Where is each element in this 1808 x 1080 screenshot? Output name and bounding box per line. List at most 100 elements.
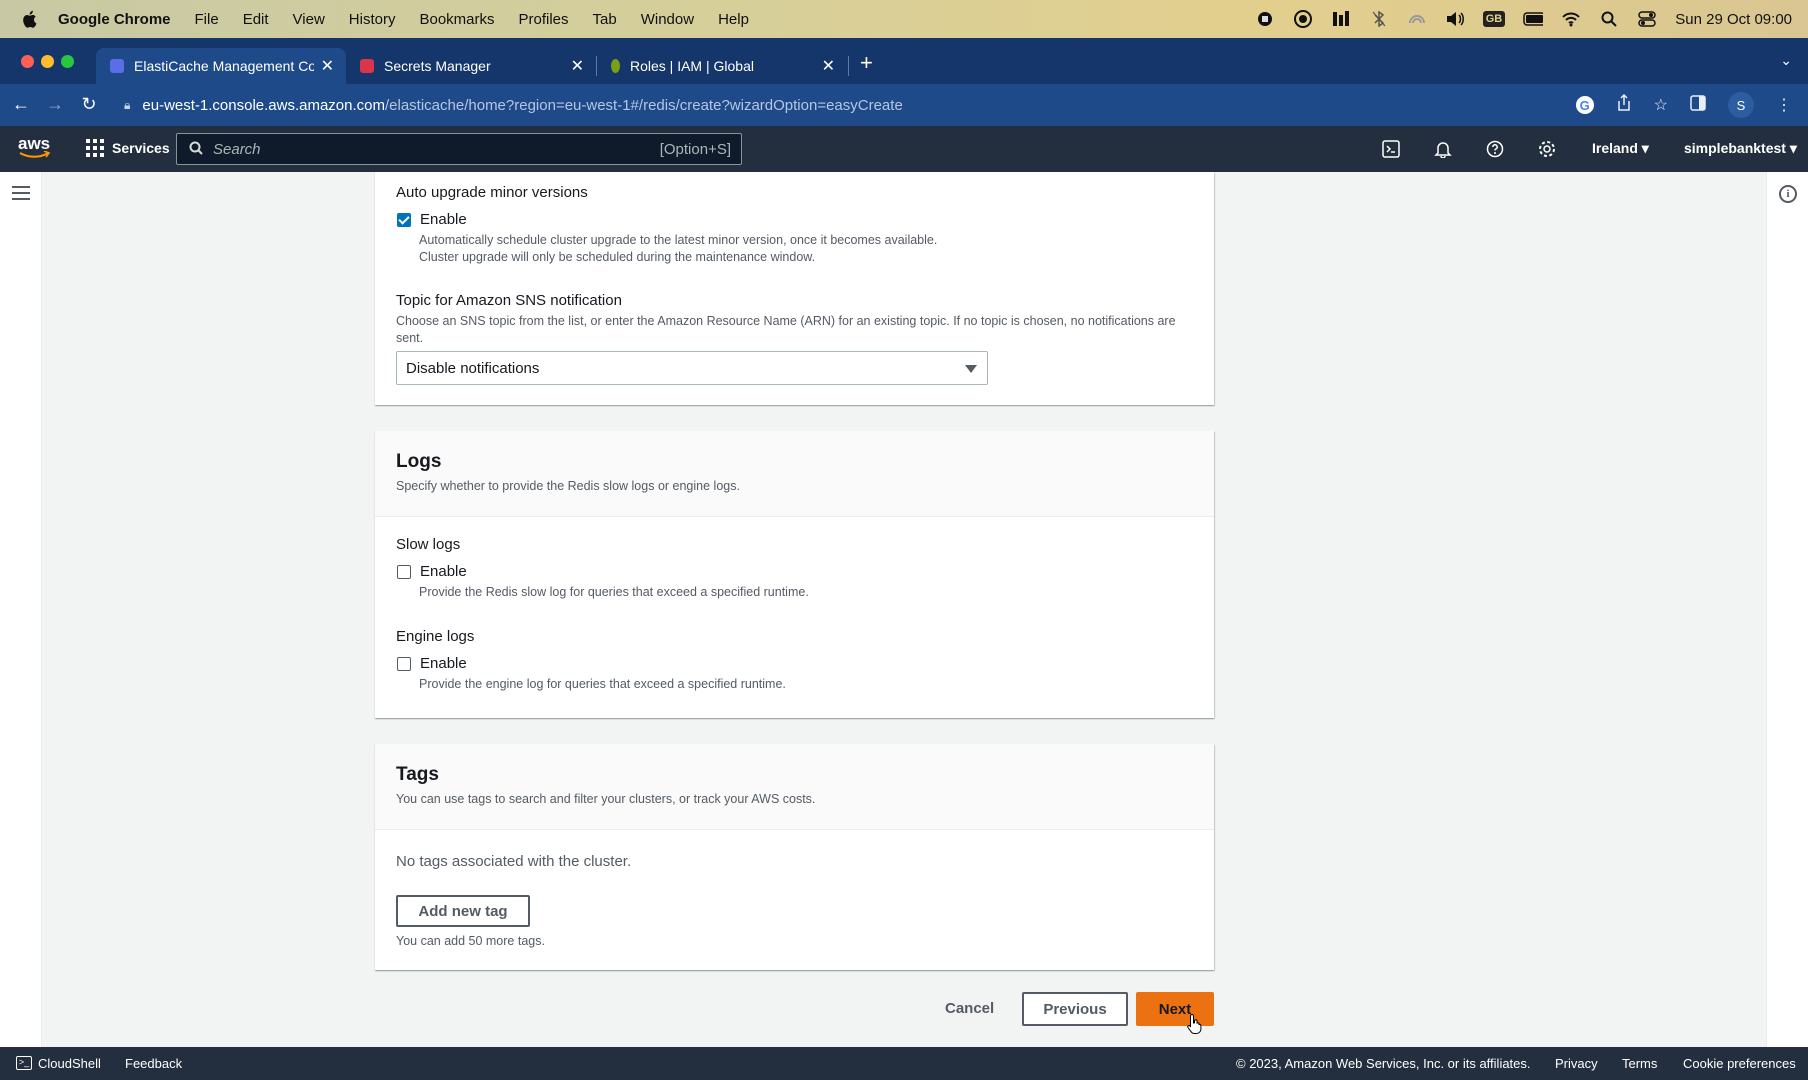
menu-view[interactable]: View [293,11,325,28]
volume-icon[interactable] [1445,10,1465,28]
cloudshell-link[interactable]: CloudShell [38,1056,101,1071]
tab-close-icon[interactable]: ✕ [822,56,835,76]
slow-logs-checkbox-row[interactable]: Enable [397,563,467,580]
back-arrow-icon[interactable]: ← [10,94,32,115]
settings-gear-icon[interactable] [1536,138,1558,160]
aws-footer: >_ CloudShell Feedback © 2023, Amazon We… [0,1047,1808,1080]
left-rail [0,172,42,1047]
elasticache-favicon-icon [110,59,124,73]
cloudshell-icon[interactable]: >_ [16,1056,32,1070]
macos-menu-bar: Google Chrome File Edit View History Boo… [0,0,1808,38]
aws-logo[interactable]: aws [18,134,52,164]
engine-logs-checkbox[interactable] [397,656,411,671]
tab-title: Secrets Manager [384,58,491,74]
screen-record-icon[interactable] [1293,10,1313,28]
add-new-tag-button[interactable]: Add new tag [396,895,530,927]
keyboard-layout-badge[interactable]: GB [1482,11,1506,27]
share-icon[interactable] [1616,93,1632,117]
copyright-text: © 2023, Amazon Web Services, Inc. or its… [1236,1056,1531,1071]
browser-tab-strip: ElastiCache Management Con ✕ Secrets Man… [0,38,1808,84]
tab-close-icon[interactable]: ✕ [571,56,584,76]
cancel-button[interactable]: Cancel [945,1000,994,1017]
slow-logs-enable-label[interactable]: Enable [420,563,467,580]
auto-upgrade-enable-label[interactable]: Enable [420,211,467,228]
url-path: /elasticache/home?region=eu-west-1#/redi… [385,96,903,114]
help-icon[interactable] [1484,138,1506,160]
tags-desc: You can use tags to search and filter yo… [396,792,816,806]
window-close-button[interactable] [21,55,34,68]
slow-logs-desc: Provide the Redis slow log for queries t… [419,585,809,599]
aws-search-box[interactable]: [Option+S] [176,133,742,165]
region-selector[interactable]: Ireland ▾ [1592,140,1649,157]
control-center-icon[interactable] [1637,10,1657,28]
tab-iam-roles[interactable]: Roles | IAM | Global ✕ [597,48,847,84]
services-menu[interactable]: Services [86,139,170,157]
tag-limit-note: You can add 50 more tags. [396,934,545,948]
account-menu[interactable]: simplebanktest ▾ [1684,140,1797,157]
google-lens-icon[interactable]: G [1575,96,1594,114]
tags-header: Tags You can use tags to search and filt… [375,744,1214,830]
secrets-manager-favicon-icon [360,59,374,73]
slow-logs-label: Slow logs [396,536,461,553]
engine-logs-enable-label[interactable]: Enable [420,655,467,672]
url-field[interactable]: 🔒︎ eu-west-1.console.aws.amazon.com/elas… [116,89,1586,121]
wifi-icon[interactable] [1561,10,1581,28]
menu-tab[interactable]: Tab [593,11,617,28]
feedback-link[interactable]: Feedback [125,1056,182,1071]
bookmark-star-icon[interactable]: ☆ [1654,95,1668,115]
menu-bookmarks[interactable]: Bookmarks [419,11,494,28]
logs-panel: Logs Specify whether to provide the Redi… [375,431,1214,718]
logs-header: Logs Specify whether to provide the Redi… [375,431,1214,517]
record-icon[interactable] [1255,10,1275,28]
auto-upgrade-checkbox[interactable] [397,212,411,227]
search-input[interactable] [213,140,660,158]
search-shortcut-hint: [Option+S] [659,140,731,158]
app-stats-icon[interactable] [1331,10,1351,28]
menu-profiles[interactable]: Profiles [519,11,569,28]
menu-file[interactable]: File [195,11,219,28]
tab-search-chevron-icon[interactable]: ⌄ [1780,52,1792,69]
tab-title: ElastiCache Management Con [134,58,314,74]
airdrop-icon[interactable] [1407,10,1427,28]
profile-avatar[interactable]: S [1728,92,1754,118]
services-grid-icon [86,139,104,157]
sns-topic-desc-2: sent. [396,331,424,345]
info-panel-icon[interactable]: i [1779,185,1797,203]
notifications-bell-icon[interactable] [1432,138,1454,160]
engine-logs-checkbox-row[interactable]: Enable [397,655,467,672]
cloudshell-terminal-icon[interactable] [1380,138,1402,160]
menu-window[interactable]: Window [641,11,694,28]
auto-upgrade-checkbox-row[interactable]: Enable [397,211,467,228]
window-zoom-button[interactable] [61,55,74,68]
clock[interactable]: Sun 29 Oct 09:00 [1675,11,1792,28]
side-panel-icon[interactable] [1690,94,1706,116]
apple-icon[interactable] [20,9,40,29]
reload-icon[interactable]: ↻ [78,94,100,115]
battery-icon[interactable] [1523,10,1544,28]
menu-history[interactable]: History [349,11,396,28]
terms-link[interactable]: Terms [1622,1056,1657,1071]
auto-upgrade-desc-1: Automatically schedule cluster upgrade t… [419,233,938,247]
tab-secrets-manager[interactable]: Secrets Manager ✕ [346,48,596,84]
menu-help[interactable]: Help [718,11,749,28]
menu-edit[interactable]: Edit [243,11,269,28]
sns-topic-select[interactable]: Disable notifications [396,351,988,385]
hamburger-menu-icon[interactable] [12,186,30,204]
tab-close-icon[interactable]: ✕ [321,56,334,76]
chrome-menu-icon[interactable]: ⋮ [1776,95,1792,115]
bluetooth-off-icon[interactable] [1369,10,1389,28]
privacy-link[interactable]: Privacy [1555,1056,1598,1071]
tab-title: Roles | IAM | Global [630,58,754,74]
spotlight-search-icon[interactable] [1599,10,1619,28]
window-minimize-button[interactable] [41,55,54,68]
new-tab-plus-icon[interactable]: + [860,50,873,76]
no-tags-message: No tags associated with the cluster. [396,853,632,870]
app-name[interactable]: Google Chrome [58,11,171,28]
cookie-preferences-link[interactable]: Cookie preferences [1683,1056,1796,1071]
slow-logs-checkbox[interactable] [397,564,411,579]
previous-button[interactable]: Previous [1022,992,1128,1026]
tab-elasticache[interactable]: ElastiCache Management Con ✕ [96,48,346,84]
lock-icon[interactable]: 🔒︎ [124,98,130,113]
forward-arrow-icon[interactable]: → [44,94,66,115]
engine-logs-desc: Provide the engine log for queries that … [419,677,786,691]
